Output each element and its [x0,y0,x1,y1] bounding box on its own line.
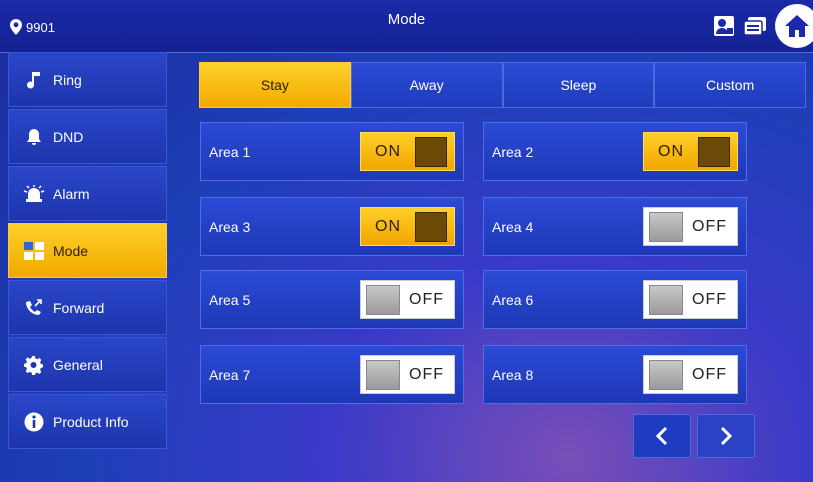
sidebar-item-alarm[interactable]: Alarm [8,166,167,221]
sidebar-item-label: General [53,356,103,373]
tab-stay[interactable]: Stay [199,62,351,108]
sidebar-item-label: Alarm [53,185,90,202]
music-note-icon [23,70,45,90]
mode-grid-icon [23,241,45,261]
area-label: Area 7 [209,366,251,383]
toggle-state: OFF [409,365,444,383]
toggle-state: ON [375,217,401,235]
area-1-toggle[interactable]: ON [360,132,455,171]
siren-icon [23,184,45,204]
tab-sleep[interactable]: Sleep [502,62,655,108]
home-button[interactable] [775,4,813,48]
area-label: Area 2 [492,143,534,160]
area-8-toggle[interactable]: OFF [643,355,738,394]
chevron-left-icon [655,426,668,446]
sidebar-item-dnd[interactable]: DND [8,109,167,164]
toggle-state: OFF [692,290,727,308]
toggle-state: OFF [692,217,727,235]
area-3-toggle[interactable]: ON [360,207,455,246]
sidebar-item-forward[interactable]: Forward [8,280,167,335]
previous-page-button[interactable] [633,414,691,458]
area-8-row: Area 8 OFF [483,345,747,404]
area-6-toggle[interactable]: OFF [643,280,738,319]
sidebar-item-product-info[interactable]: Product Info [8,394,167,449]
toggle-knob [649,284,683,315]
mode-tabs: Stay Away Sleep Custom [199,62,806,108]
toggle-state: OFF [692,365,727,383]
area-label: Area 6 [492,291,534,308]
area-6-row: Area 6 OFF [483,270,747,329]
call-forward-icon [23,298,45,318]
sidebar-item-label: Forward [53,299,105,316]
area-1-row: Area 1 ON [200,122,464,181]
toggle-knob [415,136,447,167]
area-5-row: Area 5 OFF [200,270,464,329]
toggle-knob [415,211,447,242]
area-4-row: Area 4 OFF [483,197,747,256]
home-icon [785,15,809,37]
area-label: Area 4 [492,218,534,235]
area-2-row: Area 2 ON [483,122,747,181]
area-7-row: Area 7 OFF [200,345,464,404]
top-bar: 9901 Mode [0,0,813,53]
area-7-toggle[interactable]: OFF [360,355,455,394]
area-label: Area 3 [209,218,251,235]
chevron-right-icon [720,426,733,446]
area-4-toggle[interactable]: OFF [643,207,738,246]
message-icon[interactable] [743,16,767,36]
area-2-toggle[interactable]: ON [643,132,738,171]
next-page-button[interactable] [697,414,755,458]
sidebar-item-mode[interactable]: Mode [8,223,167,278]
toggle-knob [366,359,400,390]
area-label: Area 8 [492,366,534,383]
bell-icon [23,127,45,147]
toggle-knob [649,359,683,390]
toggle-state: ON [658,142,684,160]
toggle-knob [649,211,683,242]
sidebar-item-ring[interactable]: Ring [8,52,167,107]
sidebar-item-label: Product Info [53,413,129,430]
area-label: Area 5 [209,291,251,308]
sidebar-item-label: DND [53,128,84,145]
sidebar-item-general[interactable]: General [8,337,167,392]
sidebar-item-label: Ring [53,71,82,88]
sidebar-item-label: Mode [53,242,89,259]
toggle-knob [698,136,730,167]
area-3-row: Area 3 ON [200,197,464,256]
toggle-knob [366,284,400,315]
tab-away[interactable]: Away [350,62,503,108]
toggle-state: ON [375,142,401,160]
area-5-toggle[interactable]: OFF [360,280,455,319]
area-label: Area 1 [209,143,251,160]
gear-icon [23,355,45,375]
tab-custom[interactable]: Custom [654,62,806,108]
info-icon [23,412,45,432]
toggle-state: OFF [409,290,444,308]
page-title: Mode [387,11,426,28]
contact-card-icon[interactable] [713,15,735,37]
sidebar: Ring DND Alarm Mode Forward General Prod… [8,52,167,451]
